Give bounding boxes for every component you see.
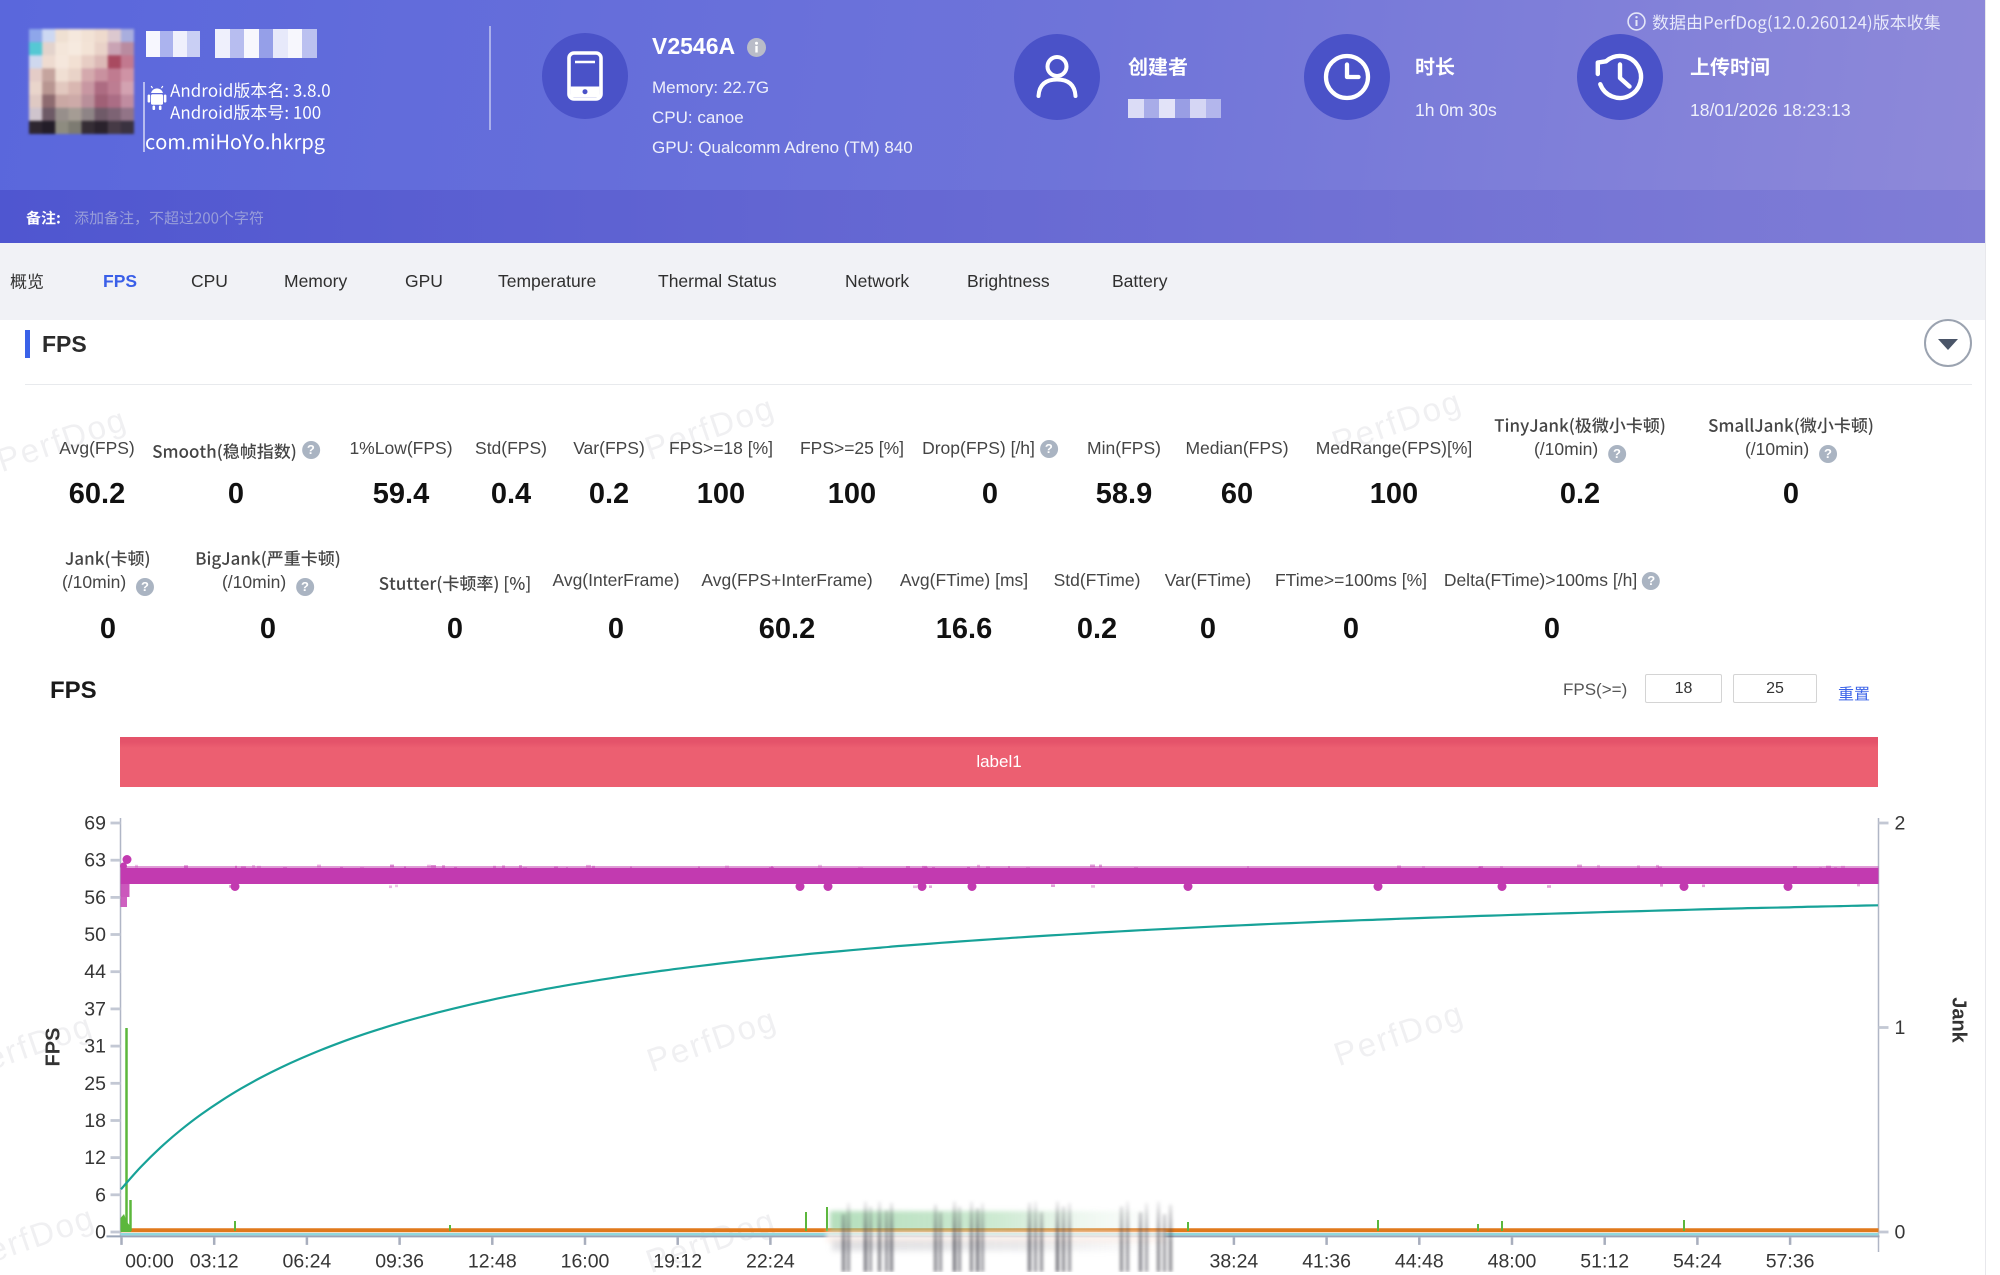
svg-text:1: 1 bbox=[1895, 1017, 1906, 1039]
svg-text:41:36: 41:36 bbox=[1302, 1251, 1351, 1273]
svg-text:6: 6 bbox=[95, 1184, 106, 1206]
svg-text:31: 31 bbox=[84, 1036, 106, 1058]
svg-text:54:24: 54:24 bbox=[1673, 1251, 1722, 1273]
svg-text:37: 37 bbox=[84, 998, 106, 1020]
svg-text:09:36: 09:36 bbox=[375, 1251, 424, 1273]
svg-text:48:00: 48:00 bbox=[1488, 1251, 1537, 1273]
svg-text:2: 2 bbox=[1895, 813, 1906, 835]
svg-text:57:36: 57:36 bbox=[1766, 1251, 1815, 1273]
svg-text:19:12: 19:12 bbox=[653, 1251, 702, 1273]
svg-text:00:00: 00:00 bbox=[125, 1251, 174, 1273]
svg-text:16:00: 16:00 bbox=[561, 1251, 610, 1273]
svg-text:0: 0 bbox=[95, 1222, 106, 1244]
svg-text:56: 56 bbox=[84, 887, 106, 909]
svg-text:25: 25 bbox=[84, 1073, 106, 1095]
svg-text:38:24: 38:24 bbox=[1209, 1251, 1258, 1273]
svg-text:06:24: 06:24 bbox=[282, 1251, 331, 1273]
svg-text:12:48: 12:48 bbox=[468, 1251, 517, 1273]
svg-text:03:12: 03:12 bbox=[190, 1251, 239, 1273]
svg-text:51:12: 51:12 bbox=[1580, 1251, 1629, 1273]
svg-text:0: 0 bbox=[1895, 1222, 1906, 1244]
svg-text:44: 44 bbox=[84, 961, 106, 983]
svg-text:63: 63 bbox=[84, 850, 106, 872]
svg-text:44:48: 44:48 bbox=[1395, 1251, 1444, 1273]
svg-text:69: 69 bbox=[84, 813, 106, 835]
svg-text:22:24: 22:24 bbox=[746, 1251, 795, 1273]
svg-text:18: 18 bbox=[84, 1110, 106, 1132]
svg-text:12: 12 bbox=[84, 1147, 106, 1169]
svg-text:50: 50 bbox=[84, 924, 106, 946]
